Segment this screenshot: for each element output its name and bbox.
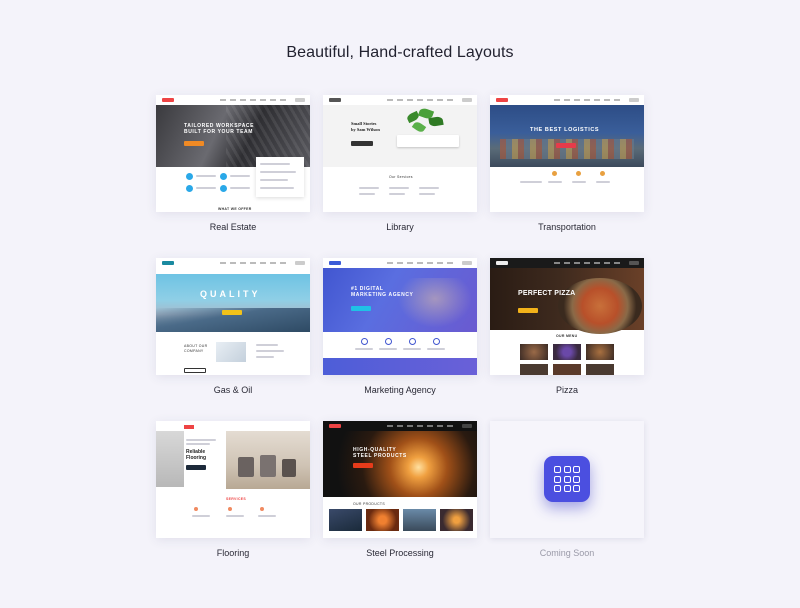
hero-button[interactable]	[186, 465, 206, 470]
hero-button[interactable]	[556, 143, 576, 148]
hero-button[interactable]	[518, 308, 538, 313]
layout-label-library: Library	[386, 222, 414, 232]
section-title: OUR PRODUCTS	[353, 502, 385, 506]
hero-title: Small Stories	[351, 121, 377, 126]
hero-title: PERFECT PIZZA	[518, 290, 576, 297]
section-title: SERVICES	[226, 497, 247, 501]
layout-card-library[interactable]: Small Stories by Sam Wilson Our Services	[323, 95, 477, 212]
section-title: WHAT WE OFFER	[218, 207, 252, 211]
hero-button[interactable]	[222, 310, 242, 315]
apps-grid-icon	[544, 456, 590, 502]
hero-title: QUALITY	[200, 289, 261, 299]
layout-card-marketing-agency[interactable]: #1 DIGITAL MARKETING AGENCY	[323, 258, 477, 375]
section-title: Our Services	[389, 175, 413, 179]
layout-card-pizza[interactable]: PERFECT PIZZA OUR MENU	[490, 258, 644, 375]
layout-label-steel-processing: Steel Processing	[366, 548, 434, 558]
layout-card-gas-oil[interactable]: QUALITY ABOUT OUR COMPANY	[156, 258, 310, 375]
layout-card-transportation[interactable]: THE BEST LOGISTICS	[490, 95, 644, 212]
layouts-grid: TAILORED WORKSPACE BUILT FOR YOUR TEAM W…	[0, 0, 800, 608]
layout-card-coming-soon	[490, 421, 644, 538]
hero-button[interactable]	[353, 463, 373, 468]
section-title: OUR MENU	[556, 334, 578, 338]
layout-card-flooring[interactable]: Reliable Flooring SERVICES	[156, 421, 310, 538]
layout-label-real-estate: Real Estate	[209, 222, 257, 232]
section-title: ABOUT OUR	[184, 344, 208, 348]
layout-label-transportation: Transportation	[538, 222, 596, 232]
hero-title: THE BEST LOGISTICS	[530, 127, 600, 133]
layout-label-gas-oil: Gas & Oil	[213, 385, 253, 395]
layout-card-real-estate[interactable]: TAILORED WORKSPACE BUILT FOR YOUR TEAM W…	[156, 95, 310, 212]
hero-button[interactable]	[184, 141, 204, 146]
layout-label-marketing-agency: Marketing Agency	[364, 385, 436, 395]
hero-title-2: BUILT FOR YOUR TEAM	[184, 129, 253, 135]
layout-label-pizza: Pizza	[555, 385, 578, 395]
hero-button[interactable]	[351, 306, 371, 311]
layout-card-steel-processing[interactable]: HIGH-QUALITY STEEL PRODUCTS OUR PRODUCTS	[323, 421, 477, 538]
hero-button[interactable]	[351, 141, 373, 146]
layout-label-flooring: Flooring	[216, 548, 250, 558]
layout-label-coming-soon: Coming Soon	[539, 548, 595, 558]
